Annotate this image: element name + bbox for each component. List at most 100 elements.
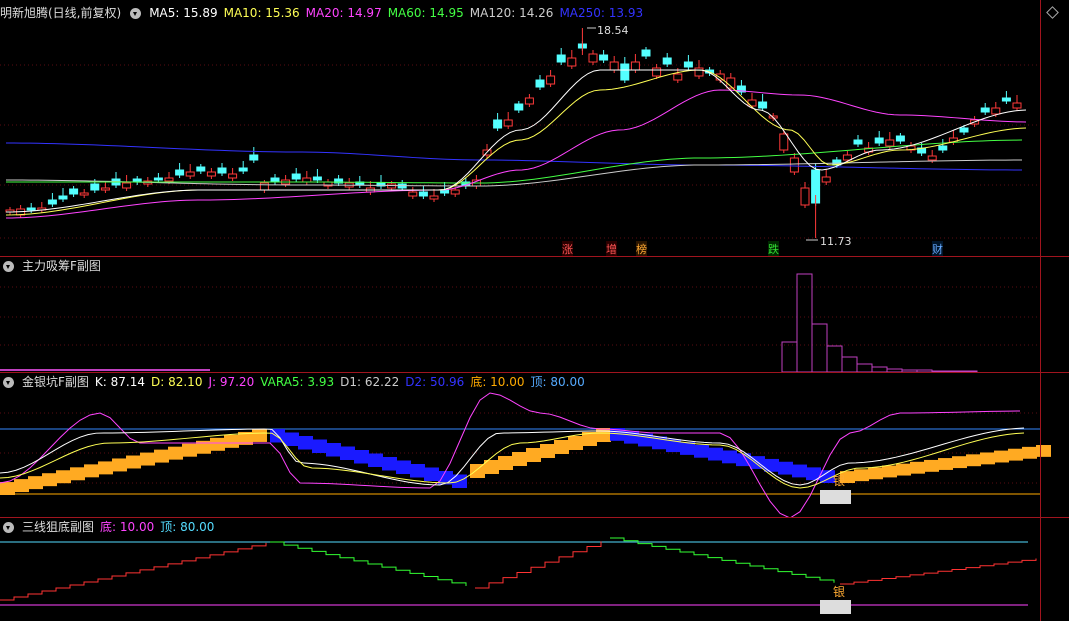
candle — [493, 119, 503, 129]
gold-band — [512, 452, 527, 466]
gold-band — [210, 437, 225, 451]
high-price-label: 18.54 — [597, 24, 629, 37]
candle — [652, 67, 662, 77]
blue-band — [778, 461, 793, 475]
candle — [874, 137, 884, 144]
candle — [895, 135, 905, 142]
candle — [100, 187, 110, 191]
candle — [206, 171, 216, 177]
candle — [90, 183, 100, 191]
gold-band — [252, 429, 267, 442]
gold-band — [140, 452, 155, 466]
candle — [291, 173, 301, 180]
blue-band — [382, 457, 397, 471]
gold-band — [540, 444, 555, 458]
gold-band — [526, 448, 541, 462]
accumulation-bar — [856, 363, 873, 373]
gold-band — [938, 458, 953, 470]
gold-band — [910, 461, 925, 474]
candle — [270, 177, 280, 183]
candle — [588, 53, 598, 63]
accumulation-bar — [781, 341, 798, 373]
candle — [662, 57, 672, 65]
blue-band — [368, 453, 383, 467]
candle — [673, 73, 683, 81]
gold-band — [568, 436, 583, 450]
candle — [185, 171, 195, 177]
blue-band — [396, 460, 411, 474]
candle — [196, 166, 206, 172]
event-marker-zeng[interactable]: 增 — [606, 241, 617, 257]
event-marker-cai[interactable]: 财 — [932, 241, 943, 257]
gold-silver-pit-chart[interactable] — [0, 373, 1069, 518]
gold-band — [994, 450, 1009, 463]
candle — [641, 49, 651, 57]
blue-band — [722, 450, 737, 464]
rise-stair — [840, 558, 1037, 585]
candle — [429, 195, 439, 200]
candle — [853, 139, 863, 145]
candle — [312, 176, 322, 181]
candle — [259, 182, 269, 191]
gold-band — [98, 461, 113, 475]
gold-band — [168, 446, 183, 460]
event-marker-bang[interactable]: 榜 — [636, 241, 647, 257]
gold-band — [554, 440, 569, 454]
candle — [715, 73, 725, 81]
gold-band — [112, 458, 127, 472]
gold-band — [470, 464, 485, 478]
gold-band — [1022, 446, 1037, 459]
gold-band — [980, 452, 995, 465]
price-chart[interactable] — [0, 0, 1040, 256]
candle — [546, 75, 556, 85]
blue-band — [298, 436, 313, 450]
candle — [630, 61, 640, 71]
candle — [779, 133, 789, 151]
candle — [1012, 102, 1022, 109]
ma5-line — [5, 69, 1027, 213]
candle — [440, 189, 450, 194]
candle — [821, 176, 831, 183]
gold-band — [868, 467, 883, 480]
accumulation-chart[interactable] — [0, 257, 1040, 373]
candle — [69, 188, 79, 195]
collapse-diamond-icon[interactable] — [1046, 6, 1059, 19]
silver-signal-box — [820, 600, 851, 614]
candle — [800, 187, 810, 206]
gold-band — [924, 459, 939, 472]
triple-line-chart[interactable] — [0, 518, 1069, 621]
accumulation-bar — [811, 323, 828, 373]
blue-band — [312, 439, 327, 453]
candle — [524, 97, 534, 105]
gold-band — [28, 476, 43, 490]
candle — [249, 154, 259, 161]
candle — [164, 177, 174, 182]
candle — [747, 99, 757, 107]
candle — [503, 119, 513, 127]
candle — [683, 61, 693, 68]
gold-band — [498, 456, 513, 470]
blue-band — [764, 458, 779, 472]
rise-stair — [0, 542, 267, 601]
accumulation-bar — [796, 273, 813, 373]
blue-band — [424, 467, 439, 481]
gold-band — [182, 443, 197, 457]
gold-band — [952, 456, 967, 469]
gold-band — [1036, 445, 1051, 457]
gold-band — [84, 464, 99, 478]
candle — [450, 189, 460, 195]
candle — [789, 157, 799, 173]
candle — [418, 191, 428, 197]
candle — [599, 54, 609, 61]
event-marker-die[interactable]: 跌 — [768, 241, 779, 257]
blue-band — [326, 443, 341, 457]
event-marker-zhang[interactable]: 涨 — [562, 241, 573, 257]
blue-band — [410, 464, 425, 478]
gold-band — [224, 434, 239, 448]
gold-band — [854, 469, 869, 482]
candle — [980, 107, 990, 113]
candle — [991, 107, 1001, 115]
gold-band — [0, 482, 15, 495]
candle — [217, 167, 227, 174]
candle — [514, 103, 524, 111]
